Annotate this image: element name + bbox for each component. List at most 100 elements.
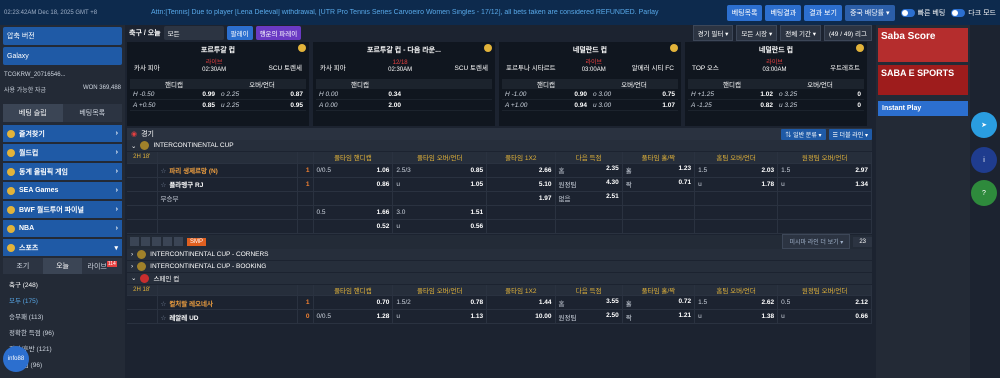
bet-list-button[interactable]: 베팅목록 (726, 4, 763, 21)
odds-cell[interactable]: 홈 2.35 (555, 163, 623, 178)
card-odds-cell[interactable]: H -0.50 0.99 (130, 91, 218, 98)
odds-cell[interactable]: 홀 1.23 (622, 163, 696, 178)
sport-soccer[interactable]: 축구 (248) (3, 276, 122, 292)
saba-score-banner[interactable]: Saba Score (878, 28, 968, 62)
featured-match-card[interactable]: 네덜란드 컵 TOP 오스 라이브 03:00AM 우트레흐트 핸디캡 오버/언더 … (685, 42, 867, 126)
odds-cell[interactable] (777, 219, 872, 234)
featured-match-card[interactable]: 포르투갈 컵 - 다음 라운... 카사 피아 12/18 02:30AM SCU… (313, 42, 495, 126)
odds-cell[interactable]: 3.0 1.51 (392, 205, 488, 220)
league-count-button[interactable]: (49 / 49) 리그 (824, 25, 872, 41)
star-icon[interactable]: ☆ (161, 301, 167, 308)
card-odds-cell[interactable]: A -1.25 0.82 (688, 102, 776, 109)
tab-live[interactable]: 라이브114 (82, 258, 122, 274)
more-count[interactable]: 23 (853, 236, 872, 247)
stats-icon[interactable] (130, 237, 139, 246)
odds-cell[interactable]: 1.5 2.03 (694, 163, 779, 178)
lineup-icon[interactable] (174, 237, 183, 246)
line-view-dropdown[interactable]: ☰ 더블 라인 ▾ (828, 128, 872, 140)
card-odds-cell[interactable]: u 3.00 1.07 (590, 102, 678, 109)
odds-cell[interactable] (694, 205, 779, 220)
bet-results-button[interactable]: 베팅결과 (765, 4, 802, 21)
instant-play-header[interactable]: Instant Play (878, 101, 968, 116)
odds-cell[interactable]: 1.44 (486, 295, 556, 310)
match-filter-dropdown[interactable]: 경기 필터 ▾ (692, 25, 734, 41)
odds-cell[interactable]: u 1.78 (694, 177, 779, 192)
odds-cell[interactable] (777, 191, 872, 206)
view-results-button[interactable]: 결과 보기 (804, 4, 842, 21)
galaxy-button[interactable]: Galaxy (3, 47, 122, 65)
odds-cell[interactable]: 짝 0.71 (622, 177, 696, 192)
odds-cell[interactable]: 0.5 2.12 (777, 295, 872, 310)
odds-cell[interactable]: 홀 0.72 (622, 295, 696, 310)
info88-icon[interactable]: i (971, 147, 997, 173)
card-odds-cell[interactable]: A +1.00 0.94 (502, 102, 590, 109)
card-odds-cell[interactable]: u 2.25 0.95 (218, 102, 306, 109)
sub-correct-score[interactable]: 정확한 득점 (96) (3, 324, 122, 340)
odds-cell[interactable] (486, 219, 556, 234)
odds-cell[interactable] (694, 191, 779, 206)
odds-cell[interactable]: 원정팀 2.50 (555, 309, 623, 324)
card-odds-cell[interactable]: H -1.00 0.90 (502, 91, 590, 98)
tab-today[interactable]: 오늘 (42, 258, 83, 275)
odds-cell[interactable] (622, 191, 696, 206)
league-row[interactable]: › INTERCONTINENTAL CUP - CORNERS (127, 248, 872, 261)
league-row[interactable]: › INTERCONTINENTAL CUP - BOOKING (127, 260, 872, 273)
info-icon[interactable] (163, 237, 172, 246)
odds-cell[interactable]: 짝 1.21 (622, 309, 696, 324)
odds-cell[interactable] (555, 219, 623, 234)
odds-cell[interactable]: 0.70 (313, 295, 394, 310)
odds-cell[interactable] (694, 219, 779, 234)
odds-cell[interactable]: 0/0.5 1.06 (313, 163, 394, 178)
tab-bet-list[interactable]: 베팅목록 (62, 104, 122, 122)
star-icon[interactable]: ☆ (161, 182, 167, 189)
market-select[interactable]: 모든 (163, 26, 224, 40)
odds-cell[interactable]: u 1.38 (694, 309, 779, 324)
odds-cell[interactable]: 없음 2.51 (555, 191, 623, 206)
odds-cell[interactable] (313, 191, 394, 206)
odds-cell[interactable]: 0.5 1.66 (313, 205, 394, 220)
card-odds-cell[interactable]: A +0.50 0.85 (130, 102, 218, 109)
odds-cell[interactable] (486, 205, 556, 220)
telegram-icon[interactable]: ➤ (971, 112, 997, 138)
odds-cell[interactable]: 0.52 (313, 219, 394, 234)
all-markets-dropdown[interactable]: 모든 시장 ▾ (736, 25, 778, 41)
odds-cell[interactable]: 1.97 (486, 191, 556, 206)
card-odds-cell[interactable]: H 0.00 0.34 (316, 91, 404, 98)
league-row[interactable]: ⌄ 스페인 컵 (127, 272, 872, 285)
tab-early[interactable]: 조기 (3, 258, 43, 274)
lucky-parlay-button[interactable]: 행운의 파레이 (255, 26, 302, 40)
odds-cell[interactable]: 2.66 (486, 163, 556, 178)
odds-cell[interactable]: 1.5 2.97 (777, 163, 872, 178)
card-odds-cell[interactable]: H +1.25 1.02 (688, 91, 776, 98)
info88-avatar[interactable]: info88 (3, 346, 29, 372)
odds-cell[interactable] (622, 205, 696, 220)
smp-button[interactable]: SMP (187, 237, 207, 246)
sort-dropdown[interactable]: ⇅ 일반 분류 ▾ (781, 128, 826, 140)
odds-cell[interactable] (777, 205, 872, 220)
menu-favorites[interactable]: 즐겨찾기 › (3, 125, 122, 142)
odds-cell[interactable]: 1.5/2 0.78 (392, 295, 488, 310)
odds-cell[interactable] (622, 219, 696, 234)
star-icon[interactable]: ☆ (161, 168, 167, 175)
odds-cell[interactable]: 10.00 (486, 309, 556, 324)
odds-cell[interactable]: 2.5/3 0.85 (392, 163, 488, 178)
league-row[interactable]: ⌄ INTERCONTINENTAL CUP (127, 140, 872, 152)
card-odds-cell[interactable]: o 3.00 0.75 (590, 91, 678, 98)
odds-cell[interactable] (555, 205, 623, 220)
sub-all[interactable]: 모두 (175) (3, 292, 122, 308)
menu-bwf[interactable]: BWF 월드투어 파이널 › (3, 201, 122, 218)
odds-cell[interactable]: 홈 3.55 (555, 295, 623, 310)
menu-sports[interactable]: 스포츠 ▾ (3, 239, 122, 256)
odds-cell[interactable]: u 1.05 (392, 177, 488, 192)
sub-1x2[interactable]: 승무패 (113) (3, 308, 122, 324)
card-odds-cell[interactable]: u 3.25 0 (776, 102, 864, 109)
odds-cell[interactable] (392, 191, 488, 206)
announcement-ticker[interactable]: Attn:[Tennis] Due to player [Lena Deleva… (145, 9, 724, 16)
menu-sea-games[interactable]: SEA Games › (3, 182, 122, 199)
odds-format-dropdown[interactable]: 중국 배당률 ▾ (844, 4, 895, 21)
saba-esports-banner[interactable]: SABA E SPORTS (878, 65, 968, 95)
star-icon[interactable]: ☆ (161, 315, 167, 322)
odds-cell[interactable]: 1.5 2.62 (694, 295, 779, 310)
tab-bet-slip[interactable]: 베팅 슬립 (3, 104, 63, 122)
compress-version-button[interactable]: 압축 버전 (3, 27, 122, 45)
